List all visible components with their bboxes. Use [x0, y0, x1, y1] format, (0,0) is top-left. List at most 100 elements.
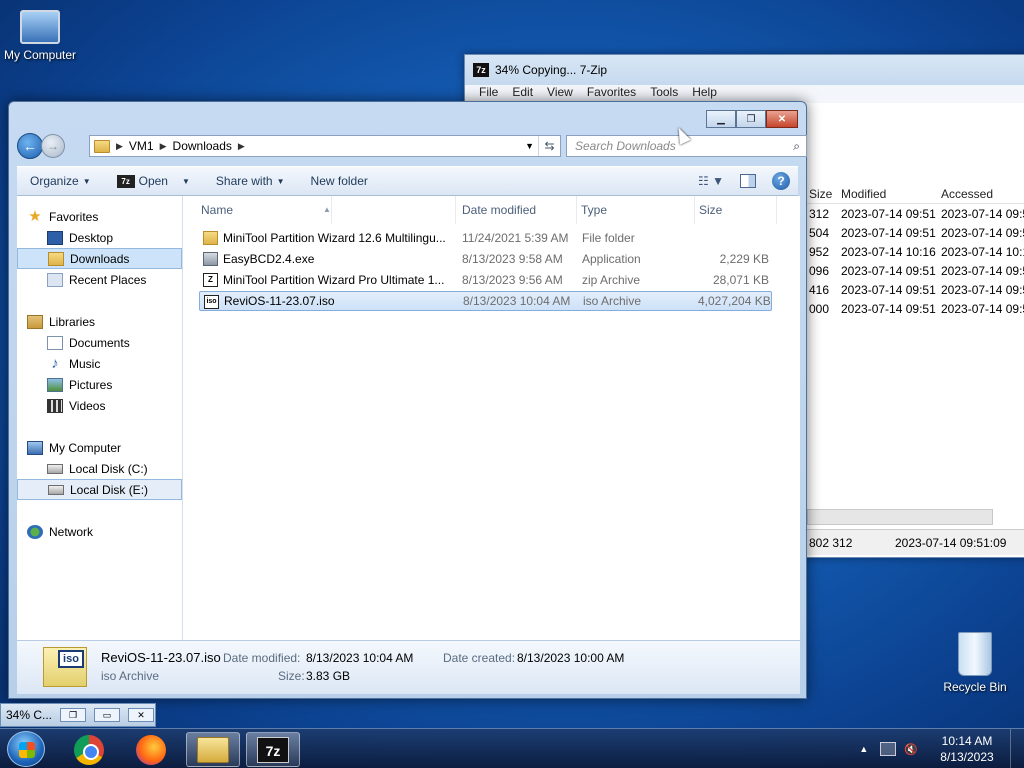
- desktop-icon-recycle-bin[interactable]: Recycle Bin: [935, 632, 1015, 694]
- file-column-headers: ▲ Name Date modified Type Size: [183, 196, 800, 224]
- breadcrumb-downloads[interactable]: Downloads: [173, 139, 232, 153]
- zip-row[interactable]: 096 2023-07-14 09:51 2023-07-14 09:51: [807, 261, 1024, 280]
- command-bar-right: ☷ ▼ ?: [698, 167, 798, 195]
- nav-videos[interactable]: Videos: [17, 395, 182, 416]
- nav-local-disk-e[interactable]: Local Disk (E:): [17, 479, 182, 500]
- nav-documents[interactable]: Documents: [17, 332, 182, 353]
- search-icon[interactable]: ⌕: [793, 139, 800, 154]
- zip-col-accessed[interactable]: Accessed: [937, 187, 1024, 201]
- close-button[interactable]: ✕: [766, 110, 798, 128]
- zip-cell-accessed: 2023-07-14 09:51: [941, 301, 1024, 316]
- chevron-right-icon[interactable]: ▶: [116, 141, 123, 152]
- nav-network[interactable]: Network: [17, 521, 182, 542]
- nav-recent-places[interactable]: Recent Places: [17, 269, 182, 290]
- address-bar[interactable]: ▶ VM1 ▶ Downloads ▶ ▼ ⇆: [89, 135, 561, 157]
- forward-button[interactable]: →: [41, 134, 65, 158]
- details-date-modified: 8/13/2023 10:04 AM: [306, 651, 414, 665]
- computer-icon: [20, 10, 60, 44]
- nav-desktop[interactable]: Desktop: [17, 227, 182, 248]
- maximize-button[interactable]: ❐: [736, 110, 766, 128]
- nav-label: Network: [49, 524, 94, 539]
- clock[interactable]: 10:14 AM 8/13/2023: [932, 733, 1002, 765]
- zip-row[interactable]: 952 2023-07-14 10:16 2023-07-14 10:16: [807, 242, 1024, 261]
- chevron-down-icon: ▼: [276, 176, 285, 186]
- maximize-button[interactable]: ▭: [94, 708, 121, 722]
- file-name: MiniTool Partition Wizard Pro Ultimate 1…: [223, 273, 445, 287]
- close-button[interactable]: ✕: [128, 708, 155, 722]
- folder-icon: [94, 139, 110, 153]
- column-date-modified[interactable]: Date modified: [458, 196, 577, 224]
- show-hidden-icons-icon[interactable]: ▲: [859, 744, 868, 754]
- file-type: zip Archive: [582, 273, 641, 287]
- explorer-content: ★ Favorites Desktop Downloads Recent Plac…: [17, 196, 800, 640]
- new-folder-button[interactable]: New folder: [298, 167, 381, 195]
- start-button[interactable]: [7, 731, 45, 767]
- zip-cell-modified: 2023-07-14 09:51: [841, 263, 936, 278]
- close-icon: ✕: [777, 113, 787, 125]
- nav-my-computer[interactable]: My Computer: [17, 437, 182, 458]
- taskbar-firefox[interactable]: [124, 732, 178, 767]
- volume-muted-icon[interactable]: 🔇: [904, 743, 918, 756]
- show-desktop-button[interactable]: [1010, 729, 1024, 768]
- file-size: 4,027,204 KB: [698, 294, 770, 308]
- nav-music[interactable]: ♪ Music: [17, 353, 182, 374]
- nav-downloads[interactable]: Downloads: [17, 248, 182, 269]
- 7zip-icon: 7z: [257, 736, 289, 763]
- chevron-right-icon[interactable]: ▶: [160, 141, 167, 152]
- open-button[interactable]: 7z Open ▼: [104, 167, 203, 195]
- nav-label: Documents: [69, 335, 130, 350]
- column-type[interactable]: Type: [577, 196, 695, 224]
- explorer-window: ▁ ❐ ✕ ← → ▶ VM1 ▶ Downloads ▶ ▼ ⇆ Search…: [8, 101, 807, 699]
- taskbar-explorer[interactable]: [186, 732, 240, 767]
- file-row-selected[interactable]: iso ReviOS-11-23.07.iso 8/13/2023 10:04 …: [199, 291, 772, 311]
- file-row[interactable]: EasyBCD2.4.exe 8/13/2023 9:58 AM Applica…: [199, 249, 772, 269]
- application-icon: [203, 252, 218, 266]
- refresh-icon[interactable]: ⇆: [538, 136, 560, 156]
- back-button[interactable]: ←: [17, 133, 43, 159]
- folder-icon: [203, 231, 218, 245]
- nav-libraries[interactable]: Libraries: [17, 311, 182, 332]
- restore-button[interactable]: ❐: [60, 708, 87, 722]
- file-row[interactable]: MiniTool Partition Wizard 12.6 Multiling…: [199, 228, 772, 248]
- file-row[interactable]: Z MiniTool Partition Wizard Pro Ultimate…: [199, 270, 772, 290]
- address-dropdown-icon[interactable]: ▼: [525, 141, 534, 151]
- share-with-button[interactable]: Share with ▼: [203, 167, 298, 195]
- zip-row[interactable]: 000 2023-07-14 09:51 2023-07-14 09:51: [807, 299, 1024, 318]
- organize-label: Organize: [30, 174, 79, 188]
- preview-pane-icon[interactable]: [740, 174, 756, 188]
- nav-local-disk-c[interactable]: Local Disk (C:): [17, 458, 182, 479]
- file-name: MiniTool Partition Wizard 12.6 Multiling…: [223, 231, 446, 245]
- zip-row[interactable]: 312 2023-07-14 09:51 2023-07-14 09:51: [807, 204, 1024, 223]
- minimize-button[interactable]: ▁: [706, 110, 736, 128]
- desktop-icon-my-computer[interactable]: My Computer: [0, 10, 80, 62]
- taskbar-7zip[interactable]: 7z: [246, 732, 300, 767]
- chevron-right-icon[interactable]: ▶: [238, 141, 245, 152]
- nav-pictures[interactable]: Pictures: [17, 374, 182, 395]
- file-date: 8/13/2023 9:56 AM: [462, 273, 563, 287]
- breadcrumb-vm1[interactable]: VM1: [129, 139, 154, 153]
- zip-title-bar[interactable]: 7z 34% Copying... 7-Zip: [465, 55, 1024, 85]
- 7zip-logo-icon: 7z: [473, 63, 489, 77]
- minimized-progress-window[interactable]: 34% C... ❐ ▭ ✕: [0, 703, 156, 727]
- taskbar-chrome[interactable]: [62, 732, 116, 767]
- zip-col-modified[interactable]: Modified: [837, 187, 937, 201]
- videos-icon: [47, 398, 63, 413]
- help-icon[interactable]: ?: [772, 172, 790, 190]
- zip-cell-accessed: 2023-07-14 09:51: [941, 263, 1024, 278]
- column-size[interactable]: Size: [695, 196, 777, 224]
- details-date-created-label: Date created:: [443, 651, 516, 665]
- zip-col-size[interactable]: Size: [807, 187, 837, 201]
- column-name[interactable]: Name: [197, 196, 456, 224]
- zip-cell-accessed: 2023-07-14 09:51: [941, 206, 1024, 221]
- nav-favorites[interactable]: ★ Favorites: [17, 206, 182, 227]
- network-status-icon[interactable]: [880, 742, 897, 756]
- zip-cell-modified: 2023-07-14 09:51: [841, 301, 936, 316]
- zip-row[interactable]: 416 2023-07-14 09:51 2023-07-14 09:51: [807, 280, 1024, 299]
- zip-cell-size: 416: [809, 282, 830, 297]
- organize-button[interactable]: Organize ▼: [17, 167, 104, 195]
- progress-window-label: 34% C...: [6, 708, 53, 722]
- zip-archive-icon: Z: [203, 273, 218, 287]
- views-icon[interactable]: ☷ ▼: [698, 174, 724, 188]
- zip-row[interactable]: 504 2023-07-14 09:51 2023-07-14 09:51: [807, 223, 1024, 242]
- zip-horizontal-scrollbar[interactable]: [807, 509, 993, 525]
